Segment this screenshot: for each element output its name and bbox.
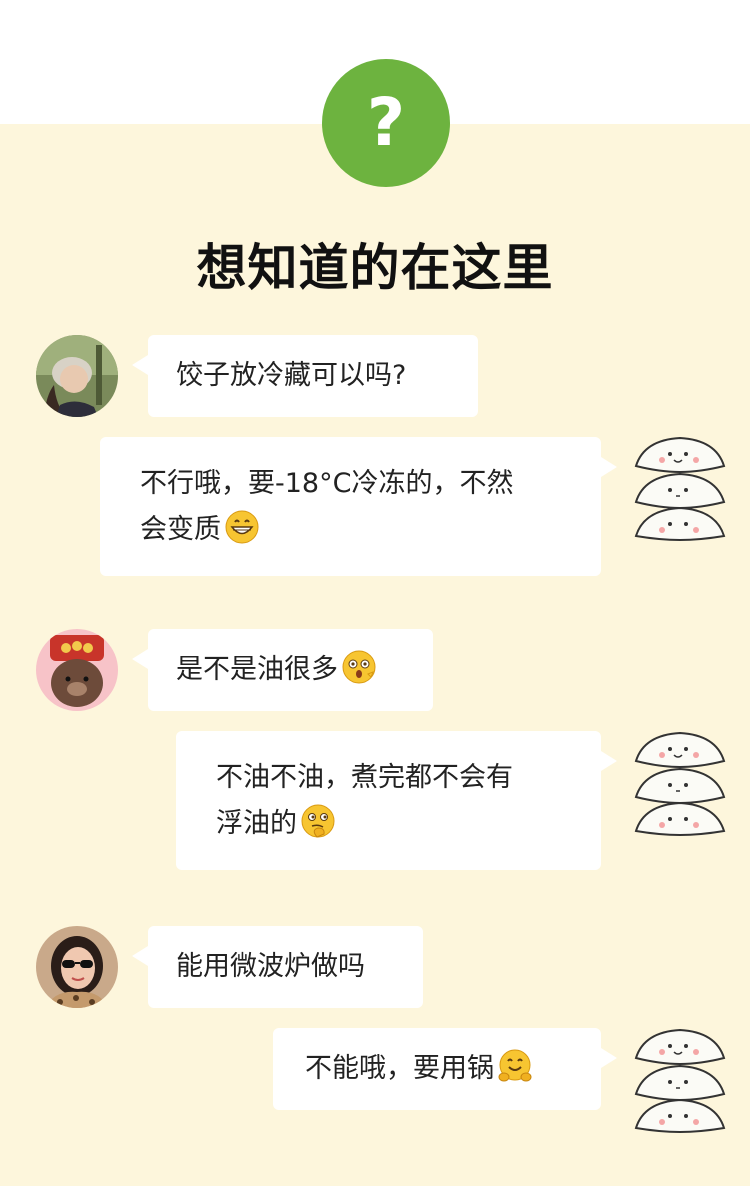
surprised-emoji-icon <box>342 650 376 684</box>
chat-bubble-answer: 不能哦，要用锅 <box>273 1028 617 1110</box>
message-text: 不能哦，要用锅 <box>305 1053 494 1084</box>
page-title: 想知道的在这里 <box>196 239 554 297</box>
dumpling-avatar <box>630 1022 730 1134</box>
message-text: 能用微波炉做吗 <box>176 951 365 982</box>
question-mark-icon: ? <box>322 59 450 187</box>
chat-bubble-answer: 不行哦，要-18°C冷冻的，不然 会变质 <box>100 437 617 576</box>
grinning-emoji-icon <box>225 510 259 544</box>
badge-text: ? <box>366 84 406 161</box>
message-text-line: 浮油的 <box>216 808 297 839</box>
message-text-line: 不行哦，要-18°C冷冻的，不然 <box>140 468 514 499</box>
user-avatar-1 <box>36 335 118 417</box>
faq-page: ? 想知道的在这里 饺子放冷藏可以吗? 不行哦，要-18°C冷冻的，不然 会变质 <box>0 0 750 1186</box>
user-avatar-2 <box>36 629 118 711</box>
message-text: 是不是油很多 <box>176 654 338 685</box>
user-avatar-3 <box>36 926 118 1008</box>
chat-bubble-question: 是不是油很多 <box>132 629 433 711</box>
message-text-line: 会变质 <box>140 514 221 545</box>
message-text-line: 不油不油，煮完都不会有 <box>216 762 513 793</box>
chat-bubble-answer: 不油不油，煮完都不会有 浮油的 <box>176 731 617 870</box>
dumpling-avatar <box>630 430 730 542</box>
chat-bubble-question: 能用微波炉做吗 <box>132 926 423 1008</box>
dumpling-avatar <box>630 725 730 837</box>
message-text: 饺子放冷藏可以吗? <box>176 360 407 391</box>
chat-bubble-question: 饺子放冷藏可以吗? <box>132 335 478 417</box>
thinking-emoji-icon <box>301 804 335 838</box>
hugging-emoji-icon <box>498 1049 532 1083</box>
